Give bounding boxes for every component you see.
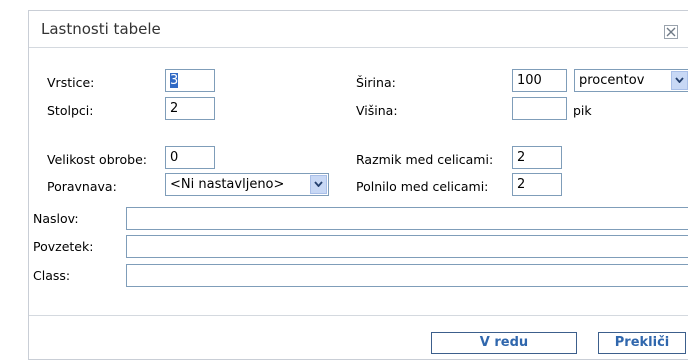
border-size-label: Velikost obrobe: [47,152,147,167]
alignment-value: <Ni nastavljeno> [170,177,285,192]
cols-label: Stolpci: [47,103,94,118]
chevron-down-icon [671,71,688,90]
dialog-titlebar: Lastnosti tabele [29,11,688,47]
height-input[interactable] [512,97,567,120]
footer-separator [29,315,688,316]
height-label: Višina: [356,103,398,118]
cell-spacing-label: Razmik med celicami: [356,152,494,167]
rows-input[interactable]: 3 [165,69,215,92]
width-unit-select[interactable]: procentov [574,69,688,92]
alignment-select[interactable]: <Ni nastavljeno> [165,173,329,196]
title-separator [29,47,688,48]
caption-label: Naslov: [33,211,79,226]
class-label: Class: [33,268,71,283]
rows-label: Vrstice: [47,75,95,90]
ok-button[interactable]: V redu [431,332,577,354]
close-icon[interactable] [664,25,678,39]
chevron-down-icon [310,175,327,194]
width-input[interactable]: 100 [512,69,567,92]
table-properties-dialog: Lastnosti tabele Vrstice: 3 Širina: 100 … [28,10,688,360]
cell-padding-label: Polnilo med celicami: [356,179,489,194]
dialog-title: Lastnosti tabele [41,20,161,38]
summary-label: Povzetek: [33,239,94,254]
height-unit-label: pik [573,103,592,118]
cell-padding-input[interactable]: 2 [512,173,562,196]
border-size-input[interactable]: 0 [165,146,215,169]
alignment-label: Poravnava: [47,179,117,194]
caption-input[interactable] [126,207,688,230]
width-unit-value: procentov [579,73,645,88]
cols-input[interactable]: 2 [165,97,215,120]
summary-input[interactable] [126,235,688,258]
cancel-button[interactable]: Prekliči [598,332,686,354]
width-label: Širina: [356,75,396,90]
cell-spacing-input[interactable]: 2 [512,146,562,169]
class-input[interactable] [126,264,688,287]
